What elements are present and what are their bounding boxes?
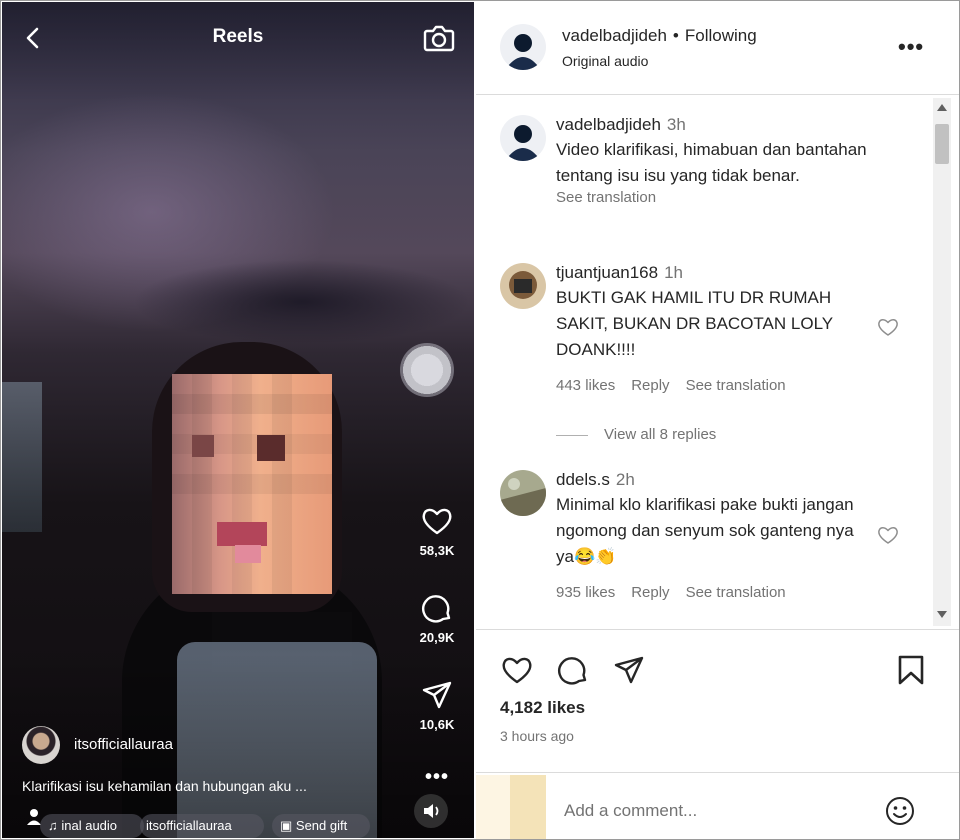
comment-body: vadelbadjideh 3h Video klarifikasi, himab…	[556, 115, 896, 206]
view-replies-button[interactable]: View all 8 replies	[556, 426, 716, 443]
replies-line	[556, 434, 588, 436]
camera-icon[interactable]	[422, 22, 456, 54]
browser-frame: Reels 58,3K 20,9K 10,6K ••• itsofficiall…	[0, 0, 960, 840]
comment-time: 1h	[664, 263, 684, 282]
post-author-name[interactable]: vadelbadjideh	[562, 26, 667, 45]
heart-icon	[412, 505, 462, 537]
comment-username[interactable]: tjuantjuan168	[556, 263, 658, 282]
reel-caption[interactable]: Klarifikasi isu kehamilan dan hubungan a…	[22, 778, 402, 794]
bookmark-icon[interactable]	[896, 654, 926, 690]
reply-button[interactable]: Reply	[631, 377, 669, 394]
comment-time: 2h	[615, 470, 635, 489]
reply-button[interactable]: Reply	[631, 584, 669, 601]
send-gift-chip[interactable]: ▣ Send gift	[272, 814, 370, 838]
comment-body: tjuantjuan168 1h BUKTI GAK HAMIL ITU DR R…	[556, 263, 896, 394]
reel-share-action[interactable]: 10,6K	[412, 679, 462, 732]
reel-author-name[interactable]: itsofficiallauraa	[74, 736, 173, 753]
original-audio-link[interactable]: Original audio	[562, 53, 648, 69]
video-shade	[2, 2, 474, 838]
post-panel: vadelbadjideh • Following Original audio •…	[476, 2, 959, 839]
comment-meta: 443 likes Reply See translation	[556, 377, 896, 394]
comment-meta: 935 likes Reply See translation	[556, 584, 896, 601]
comment-text: BUKTI GAK HAMIL ITU DR RUMAH SAKIT, BUKA…	[556, 288, 833, 359]
reel-comment-action[interactable]: 20,9K	[412, 592, 462, 645]
comments-list[interactable]: vadelbadjideh 3h Video klarifikasi, himab…	[476, 95, 959, 628]
comment-like-count[interactable]: 443 likes	[556, 377, 615, 394]
scroll-down-arrow[interactable]	[937, 611, 947, 618]
comment-body: ddels.s 2h Minimal klo klarifikasi pake b…	[556, 470, 896, 601]
comment-meta: See translation	[556, 189, 896, 206]
reel-header: Reels	[2, 20, 474, 56]
avatar[interactable]	[500, 24, 546, 70]
see-translation-link[interactable]: See translation	[686, 584, 786, 601]
separator-dot: •	[672, 26, 679, 45]
comment-icon[interactable]	[556, 654, 590, 690]
add-comment-bar: Add a comment...	[476, 772, 959, 839]
heart-icon[interactable]	[500, 654, 534, 690]
reels-title: Reels	[212, 26, 264, 47]
music-icon: ♫	[48, 818, 62, 833]
post-timestamp: 3 hours ago	[500, 728, 574, 744]
post-actions: 4,182 likes 3 hours ago	[476, 629, 959, 772]
comment-text: Minimal klo klarifikasi pake bukti janga…	[556, 495, 854, 566]
comment-time: 3h	[666, 115, 686, 134]
view-replies-label: View all 8 replies	[604, 426, 717, 443]
comment-header: ddels.s 2h	[556, 470, 896, 490]
comment-icon	[412, 592, 462, 624]
comment-text: Video klarifikasi, himabuan dan bantahan…	[556, 140, 867, 185]
post-author: vadelbadjideh • Following	[562, 26, 757, 46]
avatar[interactable]	[500, 115, 546, 161]
gift-icon: ▣	[280, 818, 296, 833]
scroll-thumb[interactable]	[935, 124, 949, 164]
blurred-thumbnail	[476, 775, 546, 839]
see-translation-link[interactable]: See translation	[686, 377, 786, 394]
sound-icon[interactable]	[414, 794, 448, 828]
audio-chip-label: inal audio	[61, 818, 118, 833]
audio-chip[interactable]: ♫ inal audio	[40, 814, 144, 838]
share-icon[interactable]	[612, 654, 646, 690]
floating-record-button[interactable]	[400, 343, 454, 397]
reel-like-action[interactable]: 58,3K	[412, 505, 462, 558]
avatar[interactable]	[22, 726, 60, 764]
see-translation-link[interactable]: See translation	[556, 189, 656, 206]
following-button[interactable]: Following	[685, 26, 757, 45]
reel-video[interactable]: Reels 58,3K 20,9K 10,6K ••• itsofficiall…	[2, 2, 474, 838]
comments-scrollbar[interactable]	[933, 98, 951, 626]
tagged-user-chip[interactable]: itsofficiallauraa	[140, 814, 264, 838]
comment-header: vadelbadjideh 3h	[556, 115, 896, 135]
comment-username[interactable]: ddels.s	[556, 470, 610, 489]
more-icon[interactable]: •••	[898, 34, 924, 60]
scroll-up-arrow[interactable]	[937, 104, 947, 111]
comment-username[interactable]: vadelbadjideh	[556, 115, 661, 134]
comment-like-count[interactable]: 935 likes	[556, 584, 615, 601]
reel-comment-count: 20,9K	[419, 630, 455, 645]
comment-heart-icon[interactable]	[877, 525, 899, 549]
reel-like-count: 58,3K	[419, 543, 455, 558]
avatar[interactable]	[500, 470, 546, 516]
comment-header: tjuantjuan168 1h	[556, 263, 896, 283]
comment-heart-icon[interactable]	[877, 317, 899, 341]
emoji-icon[interactable]	[884, 795, 916, 831]
post-header: vadelbadjideh • Following Original audio •…	[476, 2, 959, 95]
post-like-count[interactable]: 4,182 likes	[500, 698, 585, 718]
more-icon[interactable]: •••	[425, 766, 449, 789]
send-gift-label: Send gift	[295, 818, 348, 833]
add-comment-input[interactable]: Add a comment...	[564, 801, 864, 821]
share-icon	[412, 679, 462, 711]
avatar[interactable]	[500, 263, 546, 309]
reel-share-count: 10,6K	[419, 717, 455, 732]
